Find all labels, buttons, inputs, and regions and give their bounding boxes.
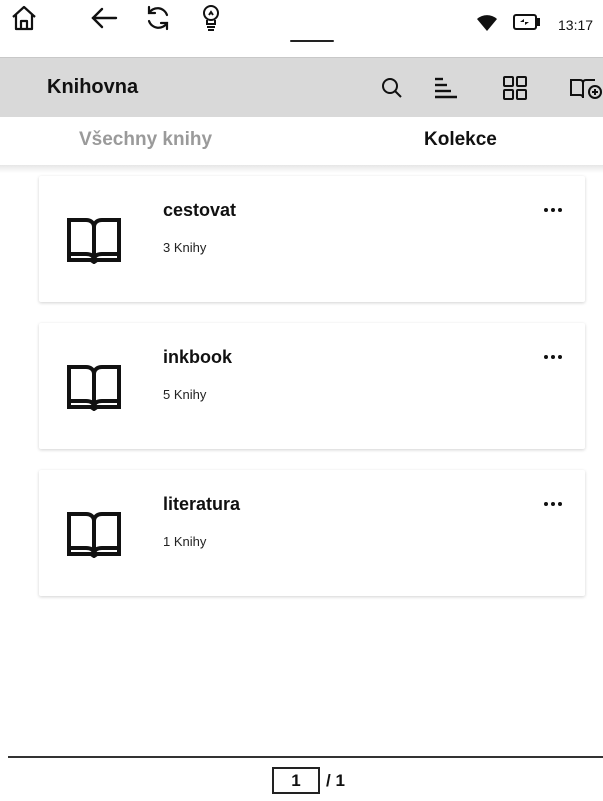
clock: 13:17 (558, 17, 594, 33)
page-number-input[interactable]: 1 (272, 767, 320, 794)
book-icon (67, 512, 121, 558)
tab-bar: Všechny knihy Kolekce (0, 117, 603, 167)
more-options-icon[interactable] (535, 345, 571, 369)
pagination-bar: 1 / 1 (8, 756, 603, 801)
search-icon[interactable] (375, 72, 409, 104)
status-bar: 13:17 (0, 0, 603, 56)
collection-name: inkbook (163, 347, 233, 367)
wifi-icon (473, 6, 501, 38)
sync-icon[interactable] (140, 0, 176, 36)
drag-handle[interactable] (290, 40, 334, 42)
back-arrow-icon[interactable] (86, 0, 122, 36)
grid-view-icon[interactable] (498, 72, 532, 104)
collection-book-count: 5 Knihy (163, 387, 207, 402)
tab-all-books[interactable]: Všechny knihy (79, 129, 212, 151)
collection-name: cestovat (163, 200, 237, 220)
collection-name: literatura (163, 494, 241, 514)
page-total: / 1 (326, 771, 345, 790)
battery-charging-icon (510, 6, 544, 38)
more-options-icon[interactable] (535, 492, 571, 516)
collection-book-count: 1 Knihy (163, 534, 207, 549)
collection-card[interactable]: literatura 1 Knihy (39, 470, 585, 596)
collection-card[interactable]: cestovat 3 Knihy (39, 176, 585, 302)
collection-card[interactable]: inkbook 5 Knihy (39, 323, 585, 449)
book-icon (67, 365, 121, 411)
sort-icon[interactable] (428, 72, 462, 104)
tab-collections[interactable]: Kolekce (424, 129, 497, 151)
app-bar: Knihovna (0, 57, 603, 117)
light-bulb-icon[interactable] (196, 0, 226, 36)
collection-book-count: 3 Knihy (163, 240, 207, 255)
book-icon (67, 218, 121, 264)
divider (0, 165, 603, 173)
more-options-icon[interactable] (535, 198, 571, 222)
add-book-icon[interactable] (566, 72, 603, 104)
page-title: Knihovna (47, 76, 139, 98)
home-icon[interactable] (6, 0, 42, 36)
